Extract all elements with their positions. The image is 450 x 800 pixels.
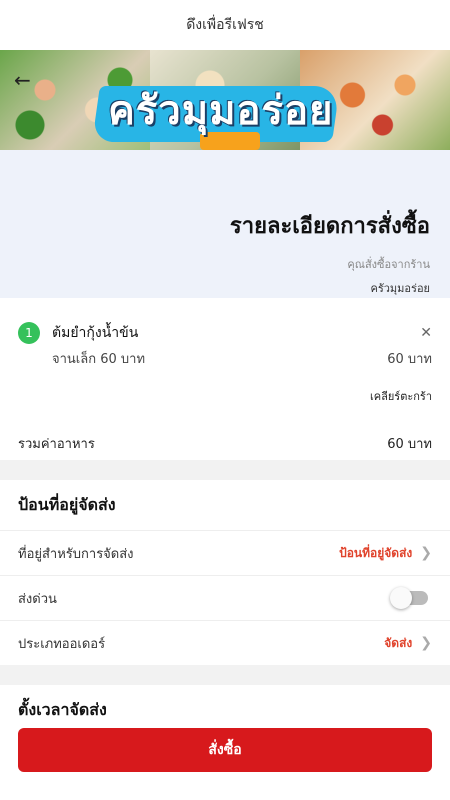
pull-to-refresh: ดึงเพื่อรีเฟรช [0, 0, 450, 50]
place-order-button[interactable]: สั่งซื้อ [18, 728, 432, 772]
order-type-label: ประเภทออเดอร์ [18, 636, 106, 652]
store-name: ครัวมุมอร่อย [370, 282, 430, 295]
store-banner: ครัวมุมอร่อย ← [0, 50, 450, 150]
express-delivery-row: ส่งด่วน [0, 575, 450, 620]
food-total-value: 60 บาท [387, 437, 432, 452]
express-delivery-toggle[interactable] [390, 587, 428, 609]
chevron-right-icon: ❯ [420, 635, 432, 651]
item-quantity-badge: 1 [18, 322, 40, 344]
cart-item: 1 ต้มยำกุ้งน้ำข้น ✕ จานเล็ก 60 บาท 60 บา… [18, 322, 432, 369]
delivery-section: ป้อนที่อยู่จัดส่ง ที่อยู่สำหรับการจัดส่ง… [0, 480, 450, 665]
remove-item-close-icon[interactable]: ✕ [420, 325, 432, 341]
chevron-right-icon: ❯ [420, 545, 432, 561]
order-header: รายละเอียดการสั่งซื้อ คุณสั่งซื้อจากร้าน… [0, 150, 450, 298]
section-divider [0, 460, 450, 480]
item-name: ต้มยำกุ้งน้ำข้น [52, 325, 139, 341]
ordered-from-label: คุณสั่งซื้อจากร้าน [347, 258, 430, 271]
express-delivery-label: ส่งด่วน [18, 591, 57, 607]
bottom-action-bar: สั่งซื้อ [0, 726, 450, 800]
clear-cart-link[interactable]: เคลียร์ตะกร้า [18, 387, 432, 405]
delivery-address-value: ป้อนที่อยู่จัดส่ง [339, 545, 413, 560]
order-summary: 1 ต้มยำกุ้งน้ำข้น ✕ จานเล็ก 60 บาท 60 บา… [0, 298, 450, 471]
delivery-address-label: ที่อยู่สำหรับการจัดส่ง [18, 546, 134, 562]
section-divider [0, 665, 450, 685]
delivery-address-row[interactable]: ที่อยู่สำหรับการจัดส่ง ป้อนที่อยู่จัดส่ง… [0, 530, 450, 575]
pull-to-refresh-label: ดึงเพื่อรีเฟรช [186, 17, 264, 33]
item-size-price: จานเล็ก 60 บาท [52, 352, 146, 367]
item-info: ต้มยำกุ้งน้ำข้น ✕ จานเล็ก 60 บาท 60 บาท [52, 322, 432, 369]
toggle-knob [390, 587, 412, 609]
page-title: รายละเอียดการสั่งซื้อ [229, 214, 430, 239]
item-line-total: 60 บาท [387, 352, 432, 367]
food-total-label: รวมค่าอาหาร [18, 437, 95, 452]
back-arrow-icon[interactable]: ← [14, 68, 31, 92]
store-logo: ครัวมุมอร่อย [108, 88, 334, 134]
order-type-value: จัดส่ง [384, 635, 413, 650]
order-type-row[interactable]: ประเภทออเดอร์ จัดส่ง ❯ [0, 620, 450, 665]
delivery-section-title: ป้อนที่อยู่จัดส่ง [18, 494, 116, 514]
